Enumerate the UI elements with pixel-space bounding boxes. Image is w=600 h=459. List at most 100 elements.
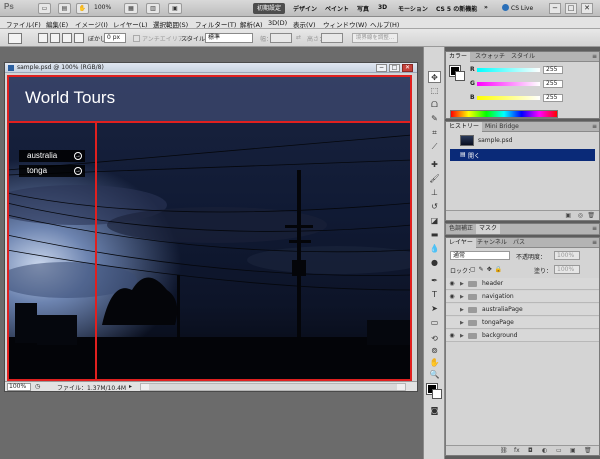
tab-color[interactable]: カラー bbox=[446, 52, 471, 62]
eyedropper-tool-icon[interactable]: ⟋ bbox=[428, 141, 441, 153]
channel-g-slider[interactable] bbox=[477, 82, 540, 86]
quick-selection-tool-icon[interactable]: ✎ bbox=[428, 113, 441, 125]
tab-mini-bridge[interactable]: Mini Bridge bbox=[482, 122, 522, 132]
menu-view[interactable]: 表示(V) bbox=[293, 19, 316, 29]
tab-styles[interactable]: スタイル bbox=[508, 52, 538, 62]
horizontal-scrollbar[interactable] bbox=[140, 383, 406, 391]
camera-icon[interactable]: ◎ bbox=[578, 212, 583, 219]
doc-close-button[interactable]: ✕ bbox=[402, 64, 413, 72]
tab-swatches[interactable]: スウォッチ bbox=[472, 52, 508, 62]
menu-edit[interactable]: 編集(E) bbox=[46, 19, 68, 29]
layer-row-australiapage[interactable]: ◉ ▶ australiaPage bbox=[446, 304, 599, 316]
zoom-tool-icon[interactable]: 🔍 bbox=[428, 369, 441, 381]
history-snapshot[interactable]: sample.psd bbox=[450, 135, 595, 147]
blur-tool-icon[interactable]: 💧 bbox=[428, 243, 441, 255]
menu-3d[interactable]: 3D(D) bbox=[268, 19, 287, 27]
channel-b-slider[interactable] bbox=[477, 96, 540, 100]
eye-icon[interactable]: ◉ bbox=[448, 332, 456, 340]
quick-mask-icon[interactable]: ◙ bbox=[428, 405, 441, 417]
doc-minimize-button[interactable]: − bbox=[376, 64, 387, 72]
tab-channels[interactable]: チャンネル bbox=[474, 238, 510, 248]
eye-icon[interactable]: ◉ bbox=[448, 280, 456, 288]
adjustment-layer-icon[interactable]: ◐ bbox=[542, 447, 547, 454]
hand-view-icon[interactable]: ✋ bbox=[76, 3, 89, 14]
mini-bridge-icon[interactable]: ▤ bbox=[58, 3, 71, 14]
tab-adjustments[interactable]: 色調補正 bbox=[446, 224, 476, 234]
eye-hidden-icon[interactable]: ◉ bbox=[448, 319, 456, 327]
workspace-whats-new[interactable]: CS 5 の新機能 bbox=[436, 4, 477, 13]
tab-paths[interactable]: パス bbox=[510, 238, 528, 248]
fill-input[interactable]: 100% bbox=[554, 265, 580, 274]
channel-b-value[interactable]: 255 bbox=[543, 94, 563, 102]
new-group-icon[interactable]: ▭ bbox=[556, 447, 562, 454]
tab-layers[interactable]: レイヤー bbox=[446, 238, 476, 248]
background-color-swatch[interactable] bbox=[432, 389, 442, 399]
doc-maximize-button[interactable]: □ bbox=[389, 64, 400, 72]
layer-row-header[interactable]: ◉ ▶ header bbox=[446, 278, 599, 290]
layer-mask-icon[interactable]: ◘ bbox=[528, 447, 533, 454]
file-size-info[interactable]: ファイル：1.37M/10.4M bbox=[57, 383, 126, 392]
refine-edge-button[interactable]: 境界線を調整... bbox=[352, 33, 398, 43]
nav-australia[interactable]: australia → bbox=[19, 150, 85, 162]
swap-icon[interactable]: ⇄ bbox=[296, 34, 301, 41]
canvas[interactable]: World Tours australia → tonga → bbox=[7, 75, 412, 381]
screen-mode-icon[interactable]: ▣ bbox=[168, 3, 182, 14]
hand-tool-icon[interactable]: ✋ bbox=[428, 357, 441, 369]
workspace-3d[interactable]: 3D bbox=[378, 4, 387, 11]
color-spectrum-ramp[interactable] bbox=[450, 110, 558, 118]
document-title-bar[interactable]: sample.psd @ 100% (RGB/8) − □ ✕ bbox=[5, 63, 417, 73]
color-background-swatch[interactable] bbox=[455, 71, 465, 81]
new-layer-icon[interactable]: ▣ bbox=[570, 447, 576, 454]
status-zoom-input[interactable]: 100% bbox=[7, 383, 31, 391]
subtract-selection-icon[interactable] bbox=[62, 33, 72, 43]
eraser-tool-icon[interactable]: ◪ bbox=[428, 215, 441, 227]
zoom-level[interactable]: 100% bbox=[94, 4, 111, 11]
cs-live-button[interactable]: CS Live bbox=[502, 3, 544, 14]
menu-filter[interactable]: フィルター(T) bbox=[195, 19, 236, 29]
3d-rotate-tool-icon[interactable]: ⟲ bbox=[428, 333, 441, 345]
trash-icon[interactable]: 🗑 bbox=[587, 212, 595, 219]
pen-tool-icon[interactable]: ✒ bbox=[428, 275, 441, 287]
layer-row-tongapage[interactable]: ◉ ▶ tongaPage bbox=[446, 317, 599, 329]
path-selection-tool-icon[interactable]: ➤ bbox=[428, 303, 441, 315]
healing-brush-tool-icon[interactable]: ✚ bbox=[428, 159, 441, 171]
crop-tool-icon[interactable]: ⌗ bbox=[428, 127, 441, 139]
style-select[interactable]: 標準 bbox=[205, 33, 253, 43]
panel-menu-icon[interactable]: ≡ bbox=[592, 239, 597, 246]
disclosure-triangle-icon[interactable]: ▶ bbox=[460, 319, 464, 327]
brush-tool-icon[interactable]: 🖌 bbox=[428, 173, 441, 185]
history-state-open[interactable]: ▤ 開く bbox=[450, 149, 595, 161]
opacity-input[interactable]: 100% bbox=[554, 251, 580, 260]
disclosure-triangle-icon[interactable]: ▶ bbox=[460, 293, 464, 301]
status-zoom-icon[interactable]: ◷ bbox=[35, 383, 40, 390]
tab-masks[interactable]: マスク bbox=[476, 224, 501, 234]
panel-menu-icon[interactable]: ≡ bbox=[592, 53, 597, 60]
move-tool-icon[interactable]: ✥ bbox=[428, 71, 441, 83]
close-button[interactable]: ✕ bbox=[581, 3, 593, 14]
channel-r-value[interactable]: 255 bbox=[543, 66, 563, 74]
maximize-button[interactable]: □ bbox=[565, 3, 577, 14]
channel-g-value[interactable]: 255 bbox=[543, 80, 563, 88]
shape-tool-icon[interactable]: ▭ bbox=[428, 317, 441, 329]
tab-history[interactable]: ヒストリー bbox=[446, 122, 483, 132]
feather-input[interactable]: 0 px bbox=[104, 33, 126, 43]
gradient-tool-icon[interactable]: ▬ bbox=[428, 229, 441, 241]
new-selection-icon[interactable] bbox=[38, 33, 48, 43]
menu-analysis[interactable]: 解析(A) bbox=[240, 19, 263, 29]
workspace-essentials[interactable]: 初期設定 bbox=[253, 3, 285, 14]
view-extras-icon[interactable]: ▦ bbox=[124, 3, 138, 14]
layer-row-background[interactable]: ◉ ▶ background bbox=[446, 330, 599, 342]
tool-preset-picker-icon[interactable] bbox=[8, 33, 22, 44]
lasso-tool-icon[interactable]: ᗝ bbox=[428, 99, 441, 111]
menu-file[interactable]: ファイル(F) bbox=[6, 19, 41, 29]
bridge-icon[interactable]: ▭ bbox=[38, 3, 51, 14]
workspace-more-icon[interactable]: » bbox=[484, 4, 488, 11]
type-tool-icon[interactable]: T bbox=[428, 289, 441, 301]
eye-icon[interactable]: ◉ bbox=[448, 293, 456, 301]
disclosure-triangle-icon[interactable]: ▶ bbox=[460, 332, 464, 340]
lock-icons[interactable]: ▢✎✥🔒 bbox=[470, 266, 505, 273]
add-selection-icon[interactable] bbox=[50, 33, 60, 43]
workspace-motion[interactable]: モーション bbox=[398, 4, 428, 13]
3d-orbit-tool-icon[interactable]: ⊚ bbox=[428, 345, 441, 357]
layer-style-icon[interactable]: fx bbox=[514, 447, 520, 454]
